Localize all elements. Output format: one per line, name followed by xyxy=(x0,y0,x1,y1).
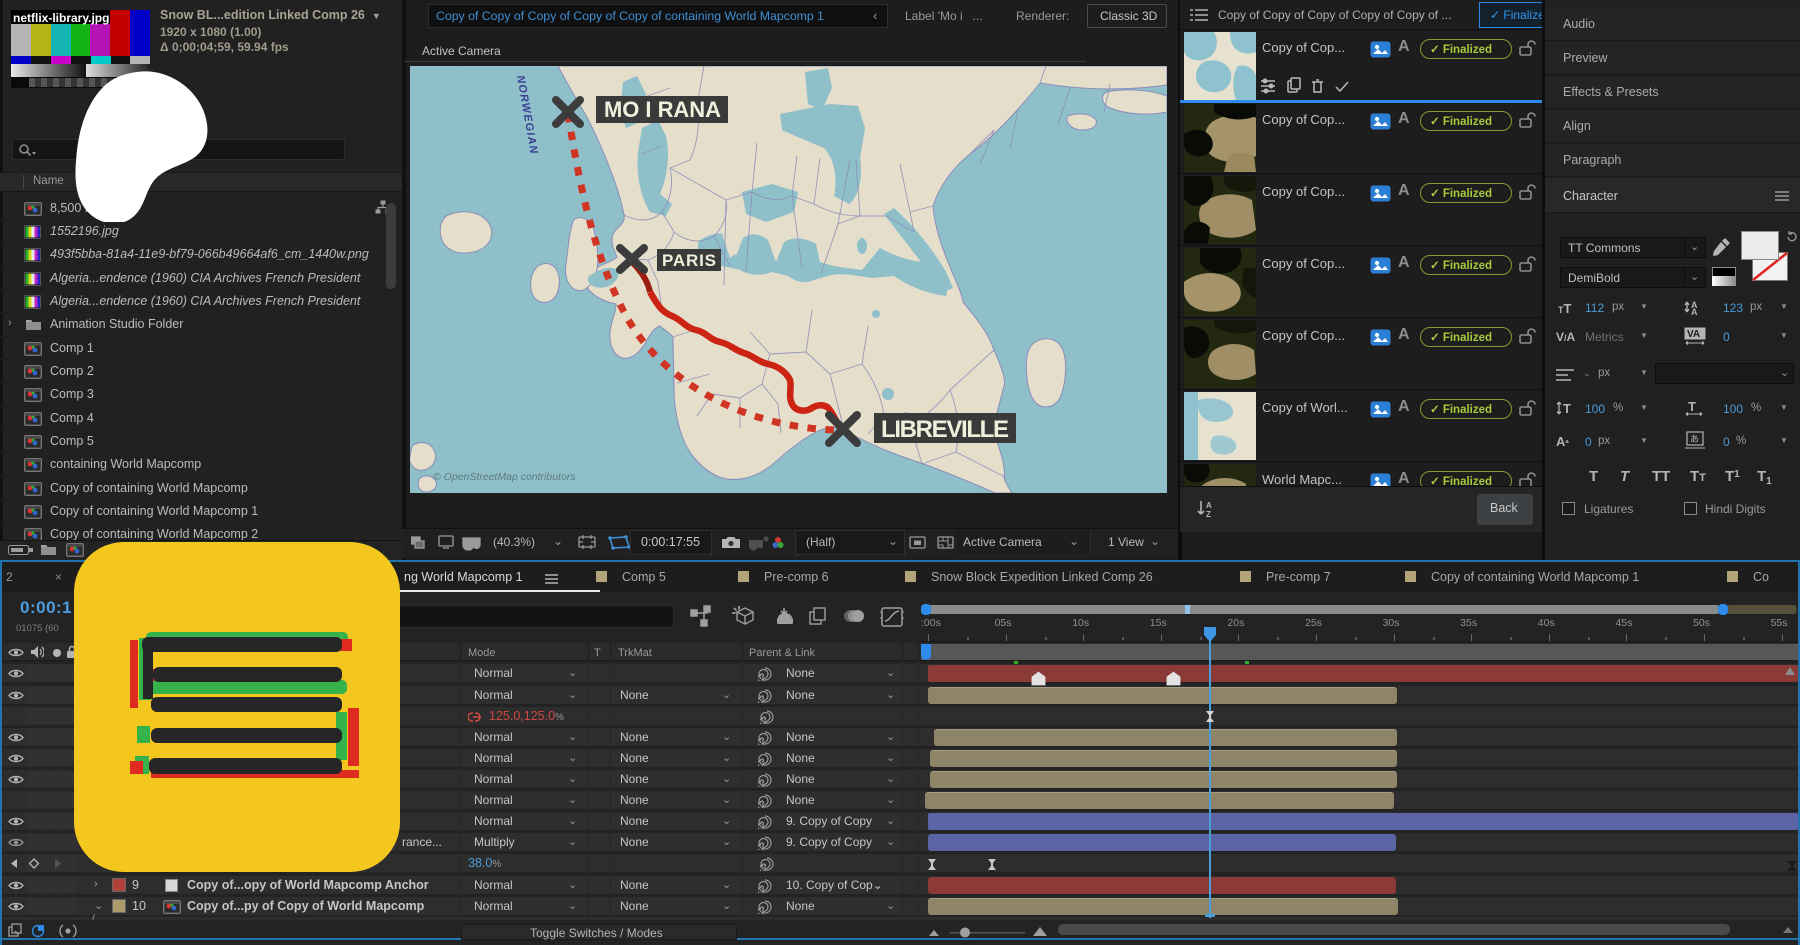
svg-text:© OpenStreetMap contributors: © OpenStreetMap contributors xyxy=(433,471,576,483)
svg-text:あ: あ xyxy=(1690,434,1699,444)
svg-text:MO I RANA: MO I RANA xyxy=(604,97,721,122)
svg-text:T: T xyxy=(1563,401,1571,416)
svg-text:LIBREVILLE: LIBREVILLE xyxy=(881,416,1009,443)
svg-text:A: A xyxy=(1206,501,1212,510)
svg-text:PARIS: PARIS xyxy=(662,251,716,270)
svg-text:T: T xyxy=(1688,399,1696,414)
svg-text:VA: VA xyxy=(1687,329,1700,340)
svg-text:A: A xyxy=(1691,307,1698,316)
svg-text:Z: Z xyxy=(1206,510,1211,518)
